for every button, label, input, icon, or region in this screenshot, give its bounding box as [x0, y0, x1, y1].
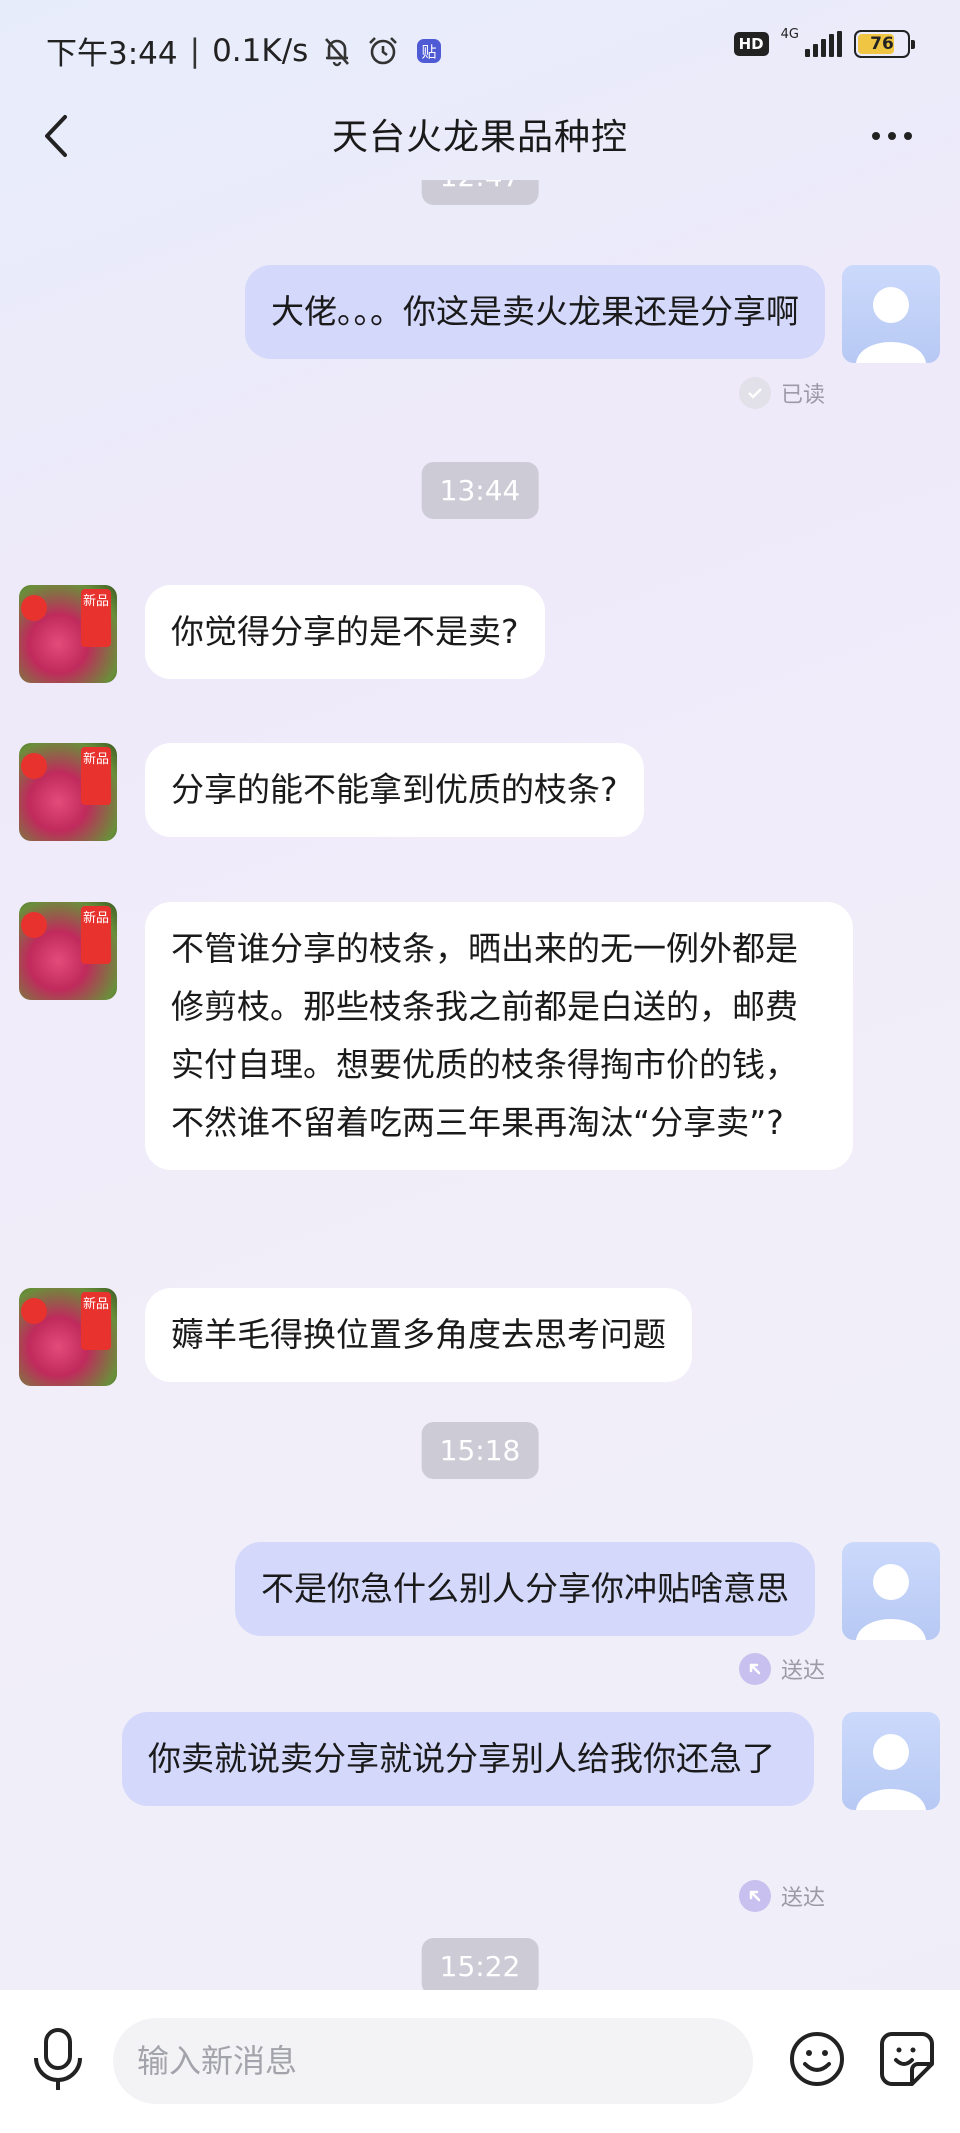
receipt-label: 送达 [780, 1659, 825, 1684]
battery-icon: 76 [854, 30, 915, 58]
status-left: 下午3:44 | 0.1K/s 贴 [46, 28, 446, 73]
delivered-receipt: 送达 [738, 1880, 825, 1912]
tieba-app-icon: 贴 [417, 38, 442, 63]
status-bar: 下午3:44 | 0.1K/s 贴 HD 4G 76 [0, 0, 960, 100]
time-divider: 15:22 [421, 1938, 539, 1990]
sent-arrow-icon [738, 1653, 771, 1685]
input-bar: 输入新消息 [0, 1990, 960, 2133]
sticker-icon[interactable] [878, 2030, 936, 2088]
delivered-receipt: 送达 [738, 1653, 825, 1685]
status-separator: | [189, 32, 201, 69]
avatar-other[interactable]: 新品 [19, 743, 117, 841]
network-type: 4G [780, 26, 799, 42]
more-dots-icon[interactable] [862, 116, 922, 156]
message-bubble-received[interactable]: 你觉得分享的是不是卖? [145, 585, 545, 679]
signal-icon [805, 31, 842, 57]
receipt-label: 送达 [780, 1886, 825, 1911]
avatar-other[interactable]: 新品 [19, 902, 117, 1000]
receipt-label: 已读 [780, 383, 825, 408]
chat-title: 天台火龙果品种控 [331, 117, 628, 158]
sent-arrow-icon [738, 1880, 771, 1912]
avatar-me[interactable] [842, 1712, 940, 1810]
network-speed: 0.1K/s [212, 32, 309, 69]
time-divider: 13:44 [421, 462, 539, 519]
message-list[interactable]: 12:47 大佬。。。你这是卖火龙果还是分享啊 已读 13:44 新品 你觉得分… [0, 180, 960, 1990]
microphone-icon[interactable] [30, 2026, 86, 2094]
message-bubble-sent[interactable]: 不是你急什么别人分享你冲贴啥意思 [235, 1542, 815, 1636]
message-bubble-received[interactable]: 薅羊毛得换位置多角度去思考问题 [145, 1288, 692, 1382]
avatar-other[interactable]: 新品 [19, 585, 117, 683]
message-bubble-received[interactable]: 分享的能不能拿到优质的枝条? [145, 743, 644, 837]
emoji-icon[interactable] [788, 2030, 846, 2088]
chat-header: 天台火龙果品种控 [0, 100, 960, 180]
alarm-icon [369, 36, 398, 64]
svg-text:贴: 贴 [422, 43, 437, 61]
check-icon [738, 377, 771, 409]
status-time: 下午3:44 [46, 36, 178, 72]
message-bubble-received[interactable]: 不管谁分享的枝条，晒出来的无一例外都是修剪枝。那些枝条我之前都是白送的，邮费实付… [145, 902, 853, 1170]
message-input[interactable]: 输入新消息 [113, 2018, 753, 2104]
message-bubble-sent[interactable]: 你卖就说卖分享就说分享别人给我你还急了 [122, 1712, 814, 1806]
avatar-other[interactable]: 新品 [19, 1288, 117, 1386]
time-divider: 15:18 [421, 1422, 539, 1479]
avatar-me[interactable] [842, 265, 940, 363]
battery-percent: 76 [870, 34, 894, 54]
message-bubble-sent[interactable]: 大佬。。。你这是卖火龙果还是分享啊 [245, 265, 825, 359]
status-right: HD 4G 76 [733, 26, 915, 58]
mute-bell-icon [325, 37, 350, 66]
time-divider: 12:47 [421, 180, 539, 205]
avatar-me[interactable] [842, 1542, 940, 1640]
hd-badge: HD [733, 32, 769, 56]
read-receipt: 已读 [738, 377, 825, 409]
